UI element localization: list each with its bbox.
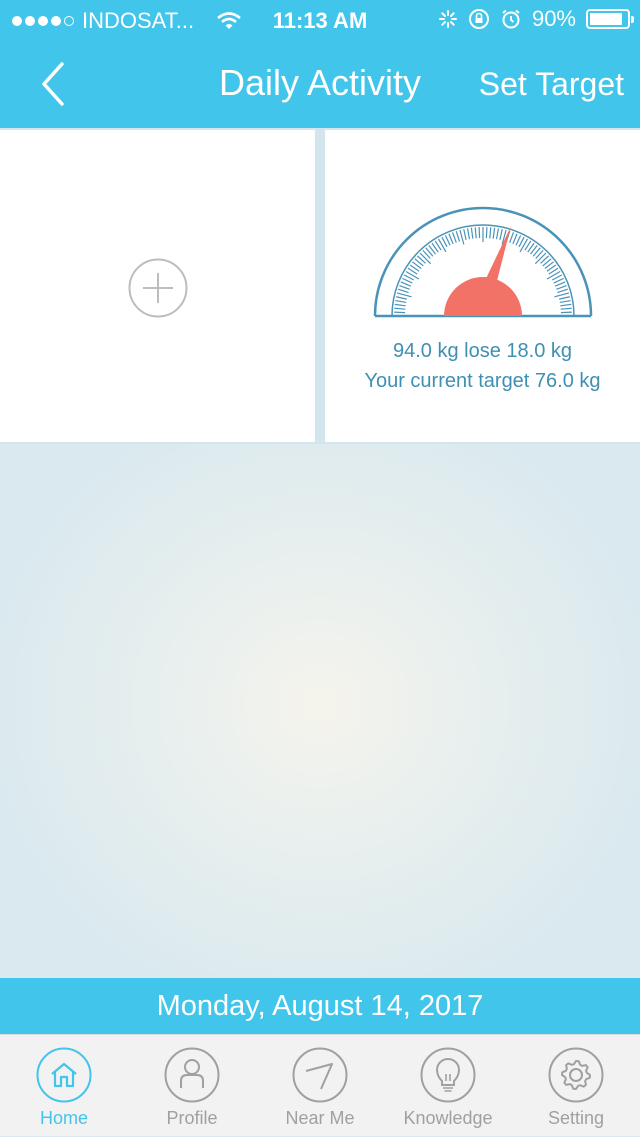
tab-label: Knowledge [384,1108,512,1129]
compass-icon [292,1047,348,1103]
set-target-button[interactable]: Set Target [479,66,624,103]
plus-circle-icon [128,258,188,318]
battery-percent: 90% [532,6,576,32]
battery-icon [586,9,630,29]
current-target: Your current target 76.0 kg [325,370,640,393]
gear-icon [548,1047,604,1103]
tab-bar: Home Profile Near Me Knowledge Setting [0,1034,640,1136]
tab-setting[interactable]: Setting [512,1035,640,1137]
tab-label: Home [0,1108,128,1129]
home-icon [36,1047,92,1103]
alarm-icon [500,8,522,30]
lightbulb-icon [420,1047,476,1103]
add-button[interactable] [128,258,188,318]
tab-near-me[interactable]: Near Me [256,1035,384,1137]
weight-target-card[interactable]: 94.0 kg lose 18.0 kg Your current target… [325,130,640,442]
tab-label: Near Me [256,1108,384,1129]
tab-label: Profile [128,1108,256,1129]
weight-gauge-icon [372,204,594,324]
person-icon [164,1047,220,1103]
activity-spinner-icon [438,9,458,29]
activity-content-area [0,444,640,978]
cards-area: 94.0 kg lose 18.0 kg Your current target… [0,128,640,444]
navigation-bar: Daily Activity Set Target [0,40,640,128]
rotation-lock-icon [468,8,490,30]
weight-summary: 94.0 kg lose 18.0 kg [325,340,640,363]
tab-label: Setting [512,1108,640,1129]
status-bar: INDOSAT... 11:13 AM 90% [0,0,640,40]
tab-home[interactable]: Home [0,1035,128,1137]
status-right: 90% [438,6,630,32]
add-activity-card[interactable] [0,130,315,442]
tab-knowledge[interactable]: Knowledge [384,1035,512,1137]
tab-profile[interactable]: Profile [128,1035,256,1137]
date-bar: Monday, August 14, 2017 [0,978,640,1034]
